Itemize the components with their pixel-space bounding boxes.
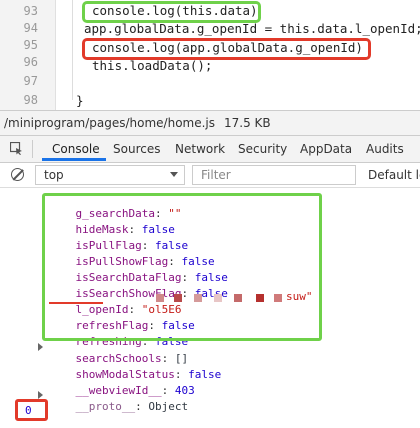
devtools-tabbar: Console Sources Network Security AppData… xyxy=(0,136,420,163)
indent-guide xyxy=(72,0,73,100)
inspect-element-icon[interactable] xyxy=(10,142,23,155)
tab-network[interactable]: Network xyxy=(175,142,225,156)
highlight-green-box xyxy=(42,193,322,341)
highlight-red-box xyxy=(15,399,48,421)
line-number: 96 xyxy=(23,55,38,69)
highlight-green-box xyxy=(82,1,261,23)
code-line: } xyxy=(76,93,84,108)
console-prop-proto[interactable]: __proto__: Object xyxy=(49,387,189,426)
context-value: top xyxy=(44,168,64,182)
tab-console[interactable]: Console xyxy=(52,142,100,156)
tab-appdata[interactable]: AppData xyxy=(300,142,352,156)
line-number: 97 xyxy=(23,74,38,88)
filter-placeholder: Filter xyxy=(201,168,231,182)
line-number: 95 xyxy=(23,38,38,52)
code-editor[interactable]: 93 94 95 96 97 98 console.log(this.data)… xyxy=(0,0,420,110)
chevron-down-icon xyxy=(170,172,178,177)
line-number: 94 xyxy=(23,21,38,35)
line-number: 98 xyxy=(23,93,38,107)
code-line: this.loadData(); xyxy=(92,58,213,73)
expand-arrow-icon[interactable] xyxy=(38,343,43,351)
context-select[interactable]: top xyxy=(35,165,185,185)
expand-arrow-icon[interactable] xyxy=(38,391,43,399)
code-line: app.globalData.g_openId = this.data.l_op… xyxy=(84,21,420,36)
console-filter-bar: top Filter Default le xyxy=(0,163,420,188)
file-status-bar: /miniprogram/pages/home/home.js 17.5 KB xyxy=(0,110,420,136)
tab-audits[interactable]: Audits xyxy=(366,142,404,156)
file-size: 17.5 KB xyxy=(224,116,271,130)
clear-console-icon[interactable] xyxy=(11,168,24,181)
console-output: g_searchData: "" hideMask: false isPullF… xyxy=(0,188,420,428)
file-path: /miniprogram/pages/home/home.js xyxy=(4,116,216,130)
highlight-red-box xyxy=(82,38,371,60)
toolbar-divider xyxy=(32,140,33,158)
tab-sources[interactable]: Sources xyxy=(113,142,160,156)
filter-input[interactable]: Filter xyxy=(192,165,356,185)
log-levels-dropdown[interactable]: Default le xyxy=(368,168,420,182)
tab-security[interactable]: Security xyxy=(238,142,287,156)
active-tab-indicator xyxy=(42,158,106,161)
line-number: 93 xyxy=(23,4,38,18)
